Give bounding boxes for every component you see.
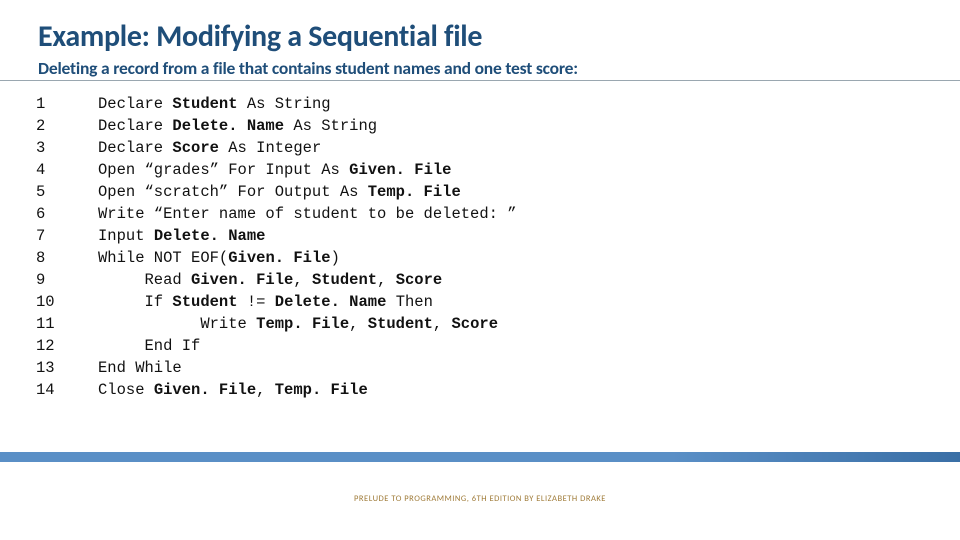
line-number: 11 (36, 313, 98, 335)
line-number: 14 (36, 379, 98, 401)
code-text: Open “scratch” For Output As Temp. File (98, 181, 461, 203)
slide: Example: Modifying a Sequential file Del… (0, 0, 960, 540)
code-line: 6Write “Enter name of student to be dele… (36, 203, 960, 225)
code-line: 9 Read Given. File, Student, Score (36, 269, 960, 291)
slide-title: Example: Modifying a Sequential file (0, 0, 960, 55)
code-line: 10 If Student != Delete. Name Then (36, 291, 960, 313)
code-line: 5Open “scratch” For Output As Temp. File (36, 181, 960, 203)
code-text: If Student != Delete. Name Then (98, 291, 433, 313)
code-line: 11 Write Temp. File, Student, Score (36, 313, 960, 335)
code-text: Open “grades” For Input As Given. File (98, 159, 451, 181)
code-text: End If (98, 335, 200, 357)
code-line: 14Close Given. File, Temp. File (36, 379, 960, 401)
line-number: 2 (36, 115, 98, 137)
code-text: While NOT EOF(Given. File) (98, 247, 340, 269)
line-number: 4 (36, 159, 98, 181)
bottom-bar (0, 452, 960, 462)
code-text: Read Given. File, Student, Score (98, 269, 442, 291)
code-line: 4Open “grades” For Input As Given. File (36, 159, 960, 181)
code-line: 3Declare Score As Integer (36, 137, 960, 159)
code-text: Write Temp. File, Student, Score (98, 313, 498, 335)
code-text: Write “Enter name of student to be delet… (98, 203, 517, 225)
line-number: 9 (36, 269, 98, 291)
line-number: 6 (36, 203, 98, 225)
footer-text: PRELUDE TO PROGRAMMING, 6TH EDITION BY E… (0, 494, 960, 504)
line-number: 8 (36, 247, 98, 269)
code-text: Declare Score As Integer (98, 137, 321, 159)
divider (0, 80, 960, 81)
slide-subtitle: Deleting a record from a file that conta… (0, 55, 960, 79)
line-number: 13 (36, 357, 98, 379)
code-text: Declare Delete. Name As String (98, 115, 377, 137)
code-text: Input Delete. Name (98, 225, 265, 247)
code-line: 8While NOT EOF(Given. File) (36, 247, 960, 269)
code-line: 7Input Delete. Name (36, 225, 960, 247)
code-line: 13End While (36, 357, 960, 379)
code-line: 12 End If (36, 335, 960, 357)
line-number: 3 (36, 137, 98, 159)
line-number: 10 (36, 291, 98, 313)
line-number: 12 (36, 335, 98, 357)
line-number: 5 (36, 181, 98, 203)
code-text: Declare Student As String (98, 93, 331, 115)
code-text: End While (98, 357, 182, 379)
code-text: Close Given. File, Temp. File (98, 379, 368, 401)
code-line: 2Declare Delete. Name As String (36, 115, 960, 137)
code-block: 1Declare Student As String2Declare Delet… (0, 79, 960, 401)
code-line: 1Declare Student As String (36, 93, 960, 115)
line-number: 1 (36, 93, 98, 115)
line-number: 7 (36, 225, 98, 247)
